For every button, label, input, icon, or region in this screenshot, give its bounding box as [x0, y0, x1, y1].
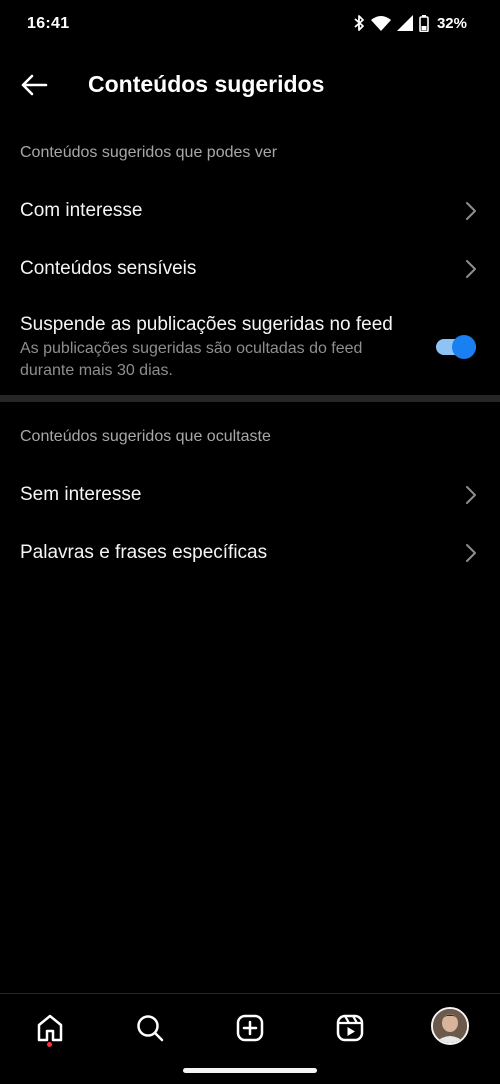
top-header: Conteúdos sugeridos — [0, 55, 500, 115]
home-icon — [37, 1014, 63, 1042]
menu-item-label: Sem interesse — [20, 484, 142, 505]
search-icon — [137, 1015, 164, 1042]
toggle-row-description: As publicações sugeridas são ocultadas d… — [20, 340, 363, 379]
toggle-row-suspend-suggested: Suspende as publicações sugeridas no fee… — [0, 314, 500, 384]
back-button[interactable] — [14, 67, 54, 103]
section-divider — [0, 395, 500, 402]
nav-reels[interactable] — [330, 1008, 370, 1048]
create-icon — [236, 1014, 264, 1042]
arrow-left-icon — [21, 74, 48, 96]
bluetooth-icon — [354, 15, 364, 31]
status-time: 16:41 — [27, 15, 70, 32]
suspend-suggested-toggle[interactable] — [436, 335, 476, 359]
section-header-visible: Conteúdos sugeridos que podes ver — [20, 144, 278, 161]
menu-item-conteudos-sensiveis[interactable]: Conteúdos sensíveis — [0, 248, 500, 290]
nav-create[interactable] — [230, 1008, 270, 1048]
signal-icon — [396, 15, 413, 31]
avatar-image — [433, 1009, 467, 1043]
status-bar: 16:41 32% — [0, 0, 500, 50]
chevron-right-icon — [466, 260, 476, 278]
menu-item-palavras-frases[interactable]: Palavras e frases específicas — [0, 532, 500, 574]
menu-item-label: Conteúdos sensíveis — [20, 258, 197, 279]
profile-avatar[interactable] — [431, 1007, 469, 1045]
menu-item-label: Com interesse — [20, 200, 143, 221]
nav-search[interactable] — [130, 1008, 170, 1048]
chevron-right-icon — [466, 202, 476, 220]
menu-item-sem-interesse[interactable]: Sem interesse — [0, 474, 500, 516]
battery-icon — [419, 14, 429, 32]
menu-item-com-interesse[interactable]: Com interesse — [0, 190, 500, 232]
wifi-icon — [370, 16, 391, 31]
gesture-bar — [183, 1068, 317, 1073]
page-title: Conteúdos sugeridos — [88, 71, 325, 97]
toggle-knob — [452, 335, 476, 359]
chevron-right-icon — [466, 486, 476, 504]
menu-item-label: Palavras e frases específicas — [20, 542, 268, 563]
status-icons: 32% — [353, 14, 467, 32]
bottom-nav — [0, 993, 500, 1084]
section-header-hidden: Conteúdos sugeridos que ocultaste — [20, 428, 271, 445]
chevron-right-icon — [466, 544, 476, 562]
battery-percentage: 32% — [436, 14, 467, 32]
reels-icon — [336, 1014, 364, 1042]
toggle-row-title: Suspende as publicações sugeridas no fee… — [20, 314, 393, 335]
notification-dot — [47, 1042, 52, 1047]
